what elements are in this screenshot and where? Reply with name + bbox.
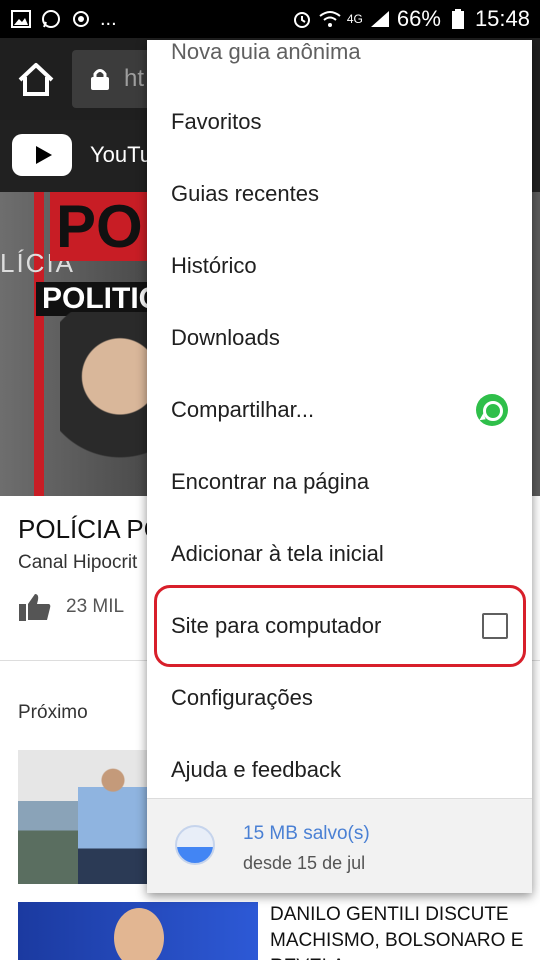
thumbnail-person — [78, 766, 148, 884]
menu-item-label: Encontrar na página — [171, 469, 370, 494]
menu-item-new-incognito-tab[interactable]: Nova guia anônima — [147, 40, 532, 88]
menu-item-label: Ajuda e feedback — [171, 757, 342, 782]
menu-item-label: Configurações — [171, 685, 313, 710]
image-icon — [10, 8, 32, 30]
wifi-icon — [319, 8, 341, 30]
clock: 15:48 — [474, 6, 530, 31]
next-video-thumbnail-2[interactable] — [18, 902, 258, 960]
lock-icon — [91, 69, 109, 90]
menu-item-add-to-home[interactable]: Adicionar à tela inicial — [147, 518, 532, 590]
data-saved-since: desde 15 de jul — [243, 853, 366, 873]
next-video-title[interactable]: DANILO GENTILI DISCUTE MACHISMO, BOLSONA… — [270, 902, 530, 960]
channel-name[interactable]: Canal Hipocrit — [18, 552, 137, 574]
whatsapp-share-icon[interactable] — [476, 394, 508, 426]
whatsapp-icon — [40, 8, 62, 30]
menu-item-history[interactable]: Histórico — [147, 230, 532, 302]
menu-item-help-feedback[interactable]: Ajuda e feedback — [147, 734, 532, 806]
signal-icon — [369, 8, 391, 30]
youtube-title: YouTu — [90, 142, 152, 167]
thumbs-up-icon[interactable] — [18, 592, 52, 622]
data-saver-icon — [175, 825, 215, 865]
status-bar-left: ... — [10, 8, 117, 31]
menu-item-recent-tabs[interactable]: Guias recentes — [147, 158, 532, 230]
screen: ... 4G 66% 15:48 ht YouTu LÍCIA PO POLIT… — [0, 0, 540, 960]
battery-icon — [447, 8, 469, 30]
up-next-label: Próximo — [18, 702, 88, 723]
like-count: 23 MIL — [66, 596, 125, 617]
menu-item-label: Favoritos — [171, 109, 262, 134]
home-icon — [18, 63, 54, 96]
menu-item-label: Guias recentes — [171, 181, 319, 206]
menu-item-label: Nova guia anônima — [171, 40, 361, 64]
video-overlay-big: PO — [50, 192, 149, 261]
thumbnail-face — [114, 908, 164, 960]
video-red-stripe — [34, 192, 44, 496]
menu-item-find-in-page[interactable]: Encontrar na página — [147, 446, 532, 518]
menu-item-share[interactable]: Compartilhar... — [147, 374, 532, 446]
browser-overflow-menu: Nova guia anônima Favoritos Guias recent… — [147, 40, 532, 893]
menu-item-label: Histórico — [171, 253, 257, 278]
data-saver-footer[interactable]: 15 MB salvo(s) desde 15 de jul — [147, 798, 532, 893]
menu-item-settings[interactable]: Configurações — [147, 662, 532, 734]
status-bar: ... 4G 66% 15:48 — [0, 0, 540, 38]
youtube-logo-icon[interactable] — [12, 134, 72, 176]
menu-item-label: Adicionar à tela inicial — [171, 541, 384, 566]
menu-item-bookmarks[interactable]: Favoritos — [147, 86, 532, 158]
battery-percent: 66% — [396, 6, 441, 31]
home-button[interactable] — [14, 58, 58, 102]
menu-item-label: Compartilhar... — [171, 397, 315, 422]
url-text: ht — [124, 65, 145, 92]
alarm-icon — [291, 8, 313, 30]
menu-item-downloads[interactable]: Downloads — [147, 302, 532, 374]
network-type-label: 4G — [346, 12, 363, 26]
video-title: POLÍCIA PO — [18, 514, 164, 544]
status-overflow: ... — [100, 7, 117, 30]
highlight-annotation — [154, 585, 526, 667]
data-saved-amount: 15 MB salvo(s) — [243, 823, 370, 844]
status-bar-right: 4G 66% 15:48 — [291, 6, 530, 32]
sync-icon — [70, 8, 92, 30]
menu-item-label: Downloads — [171, 325, 280, 350]
